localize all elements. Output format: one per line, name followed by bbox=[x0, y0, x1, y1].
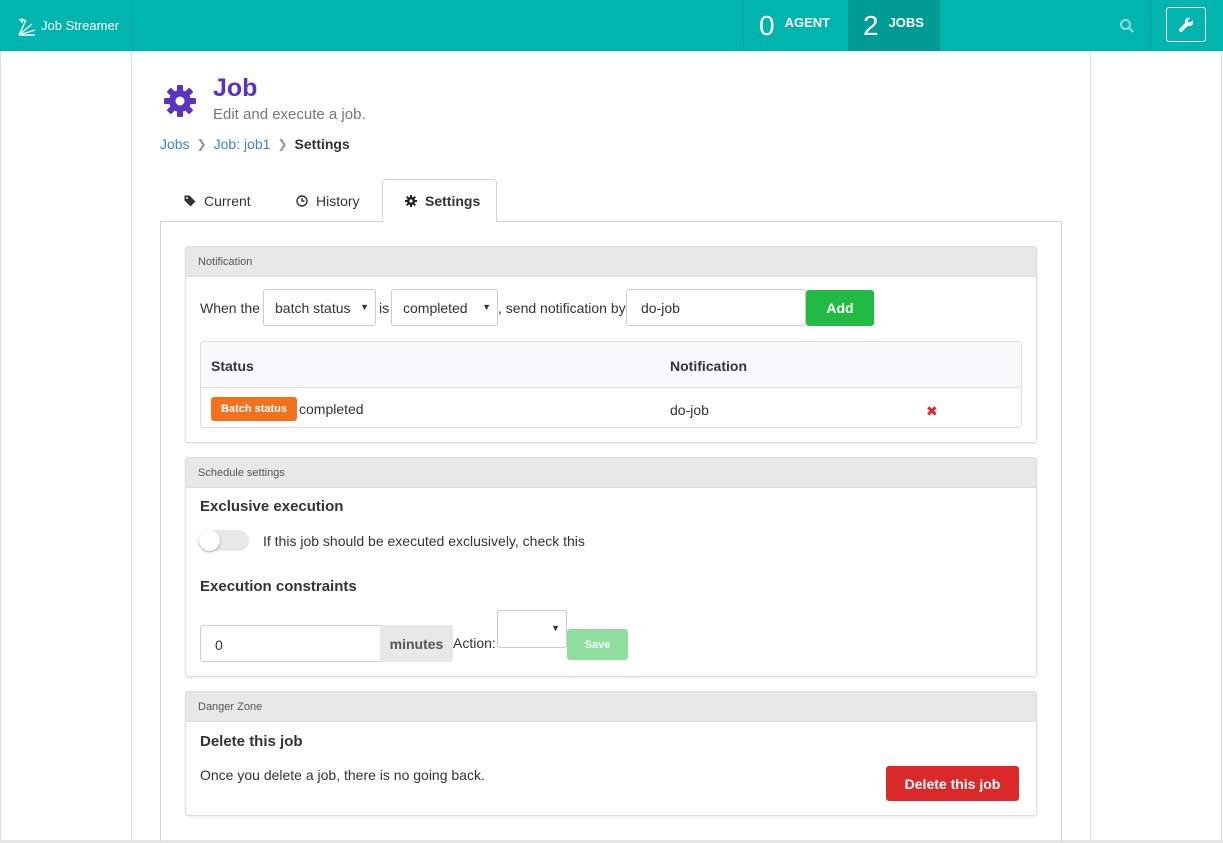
app-name: Job Streamer bbox=[41, 18, 120, 33]
tab-settings[interactable]: Settings bbox=[382, 179, 497, 222]
tab-history-label: History bbox=[316, 192, 360, 209]
add-button[interactable]: Add bbox=[806, 290, 874, 326]
topbar-divider bbox=[1150, 0, 1151, 51]
top-navbar: Job Streamer 0 AGENT 2 JOBS bbox=[0, 0, 1223, 51]
schedule-heading: Schedule settings bbox=[186, 458, 1036, 488]
breadcrumb-jobs[interactable]: Jobs bbox=[160, 136, 190, 152]
field-select[interactable]: batch status ▼ bbox=[263, 289, 376, 326]
breadcrumb-current: Settings bbox=[294, 136, 350, 152]
exclusive-title: Exclusive execution bbox=[200, 498, 344, 515]
agent-count-link[interactable]: 0 AGENT bbox=[743, 0, 848, 51]
save-button[interactable]: Save bbox=[567, 629, 628, 660]
action-label: Action: bbox=[453, 635, 496, 651]
minutes-input[interactable]: 0 bbox=[200, 625, 381, 662]
status-select[interactable]: completed ▼ bbox=[391, 289, 498, 326]
tab-settings-label: Settings bbox=[425, 192, 481, 209]
table-cell-notification: do-job bbox=[670, 402, 709, 418]
caret-down-icon: ▼ bbox=[482, 302, 491, 312]
delete-job-button[interactable]: Delete this job bbox=[886, 766, 1019, 801]
notification-heading: Notification bbox=[186, 247, 1036, 277]
search-icon[interactable] bbox=[1118, 17, 1136, 35]
tag-icon bbox=[184, 195, 196, 206]
gear-icon bbox=[163, 84, 197, 121]
job-streamer-logo-icon bbox=[18, 17, 36, 36]
breadcrumb-job[interactable]: Job: job1 bbox=[214, 136, 271, 152]
toggle-knob bbox=[199, 530, 220, 551]
page-border-right bbox=[1221, 51, 1222, 843]
notification-table: Status Notification Batch status complet… bbox=[200, 341, 1022, 428]
page-subtitle: Edit and execute a job. bbox=[213, 106, 366, 123]
notification-type-input[interactable]: do-job bbox=[626, 289, 806, 326]
column-header-notification: Notification bbox=[670, 358, 747, 374]
exclusive-label: If this job should be executed exclusive… bbox=[263, 533, 585, 549]
content-border-left bbox=[131, 51, 132, 843]
exclusive-toggle[interactable] bbox=[199, 530, 249, 551]
notification-connector: is bbox=[379, 300, 390, 316]
table-header-row: Status Notification bbox=[201, 342, 1021, 388]
clock-icon bbox=[296, 194, 308, 207]
agent-label: AGENT bbox=[784, 15, 831, 30]
notification-suffix: , send notification by bbox=[498, 300, 626, 316]
chevron-right-icon: ❯ bbox=[196, 137, 207, 151]
action-select[interactable]: ▼ bbox=[497, 610, 567, 648]
tab-current-label: Current bbox=[204, 192, 251, 209]
field-select-value: batch status bbox=[275, 300, 351, 316]
jobs-count-link[interactable]: 2 JOBS bbox=[848, 0, 940, 51]
page-title: Job bbox=[213, 74, 258, 102]
jobs-label: JOBS bbox=[888, 15, 924, 30]
table-cell-status: completed bbox=[299, 401, 364, 417]
delete-warning: Once you delete a job, there is no going… bbox=[200, 767, 485, 783]
status-select-value: completed bbox=[403, 300, 468, 316]
delete-title: Delete this job bbox=[200, 733, 303, 750]
constraints-title: Execution constraints bbox=[200, 578, 357, 595]
content-border-right bbox=[1090, 51, 1091, 843]
wrench-icon bbox=[1178, 17, 1194, 32]
status-badge: Batch status bbox=[211, 397, 297, 421]
delete-icon[interactable]: ✖ bbox=[926, 403, 938, 420]
minutes-unit-label: minutes bbox=[380, 625, 453, 662]
tab-current[interactable]: Current bbox=[160, 179, 273, 222]
notification-prefix: When the bbox=[200, 300, 260, 316]
chevron-right-icon: ❯ bbox=[277, 137, 288, 151]
caret-down-icon: ▼ bbox=[360, 302, 369, 312]
breadcrumb: Jobs ❯ Job: job1 ❯ Settings bbox=[160, 136, 350, 152]
jobs-count: 2 bbox=[863, 9, 879, 41]
danger-heading: Danger Zone bbox=[186, 692, 1036, 722]
page-border-left bbox=[0, 51, 1, 843]
brand[interactable]: Job Streamer bbox=[0, 0, 134, 51]
settings-button[interactable] bbox=[1166, 7, 1206, 42]
caret-down-icon: ▼ bbox=[551, 623, 560, 633]
column-header-status: Status bbox=[211, 358, 254, 374]
tab-history[interactable]: History bbox=[273, 179, 382, 222]
agent-count: 0 bbox=[759, 9, 775, 41]
gear-icon bbox=[405, 194, 417, 207]
